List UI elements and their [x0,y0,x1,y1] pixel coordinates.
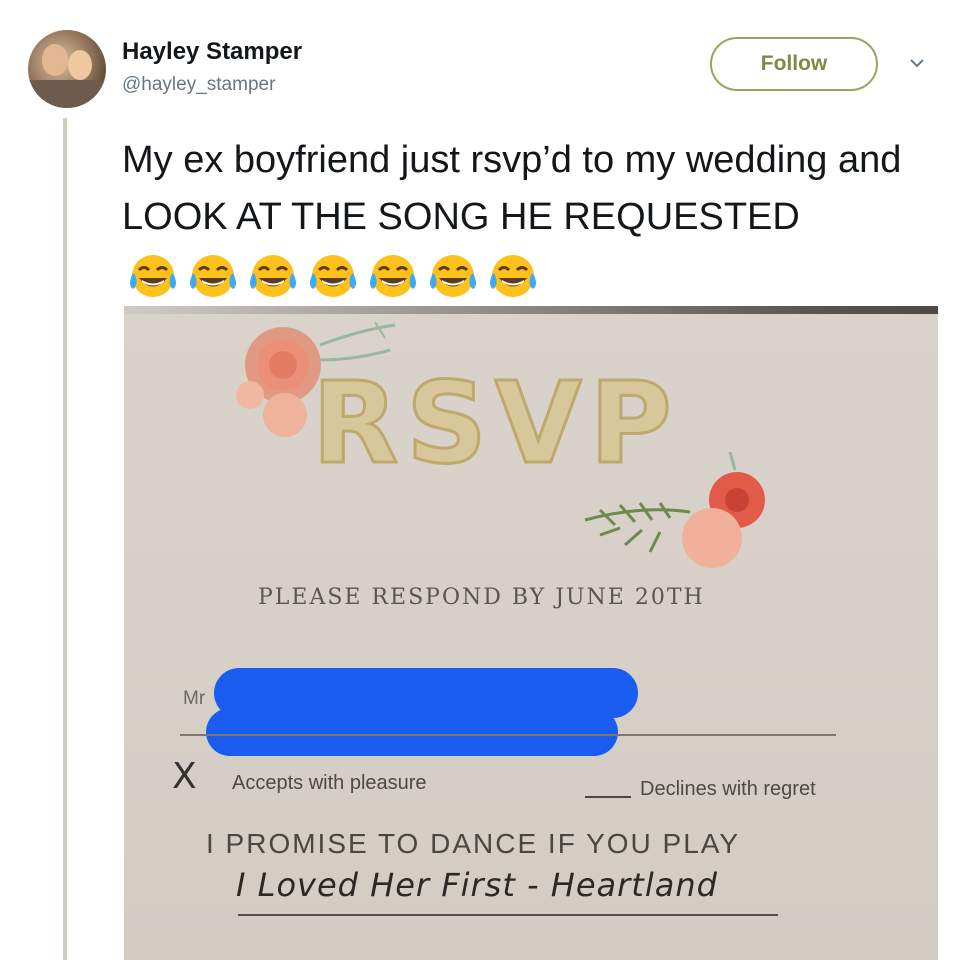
avatar-shirt [28,80,106,108]
declines-line [585,796,631,798]
tweet-text-content: My ex boyfriend just rsvp’d to my weddin… [122,139,902,238]
tears-of-joy-emoji-icon [250,254,296,297]
accept-x-mark: X [172,756,197,797]
rsvp-title: RSVP [311,359,680,489]
tears-of-joy-emoji-icon [190,254,236,297]
tweet-text: My ex boyfriend just rsvp’d to my weddin… [122,132,942,303]
chevron-down-icon[interactable] [909,55,925,71]
tears-of-joy-emoji-icon [370,254,416,297]
tears-of-joy-emoji-icon [130,254,176,297]
tears-of-joy-emoji-icon [430,254,476,297]
avatar-face-woman [68,50,92,80]
name-line [180,734,836,736]
emoji-row [125,251,541,301]
follow-button[interactable]: Follow [710,37,878,91]
tears-of-joy-emoji-icon [490,254,536,297]
thread-line [63,118,67,960]
user-handle[interactable]: @hayley_stamper [122,74,275,96]
respond-by-text: PLEASE RESPOND BY JUNE 20TH [258,585,705,610]
song-line [238,914,778,916]
photo-top-edge [124,306,938,314]
avatar-face-man [42,44,68,76]
song-request: I Loved Her First - Heartland [236,866,718,904]
display-name[interactable]: Hayley Stamper [122,38,302,66]
name-prefix: Mr [183,688,206,709]
promise-text: I PROMISE TO DANCE IF YOU PLAY [206,828,741,859]
accepts-text: Accepts with pleasure [232,772,427,794]
declines-text: Declines with regret [640,778,816,800]
avatar[interactable] [28,30,106,108]
tears-of-joy-emoji-icon [310,254,356,297]
